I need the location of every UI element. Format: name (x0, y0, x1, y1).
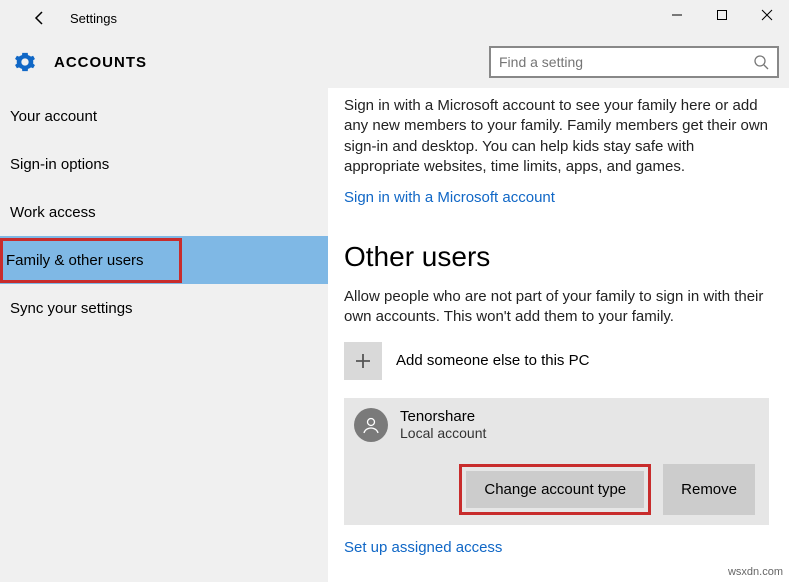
sidebar: Your account Sign-in options Work access… (0, 88, 328, 582)
highlight-annotation: Change account type (459, 464, 651, 515)
close-button[interactable] (744, 0, 789, 30)
other-users-heading: Other users (344, 241, 769, 273)
titlebar: Settings (0, 0, 789, 36)
watermark: wsxdn.com (728, 566, 783, 578)
sidebar-item-your-account[interactable]: Your account (0, 92, 328, 140)
sidebar-item-family-other-users[interactable]: Family & other users (0, 236, 328, 284)
sidebar-item-label: Your account (10, 108, 97, 125)
change-account-type-button[interactable]: Change account type (466, 471, 644, 508)
maximize-button[interactable] (699, 0, 744, 30)
search-icon (753, 54, 769, 70)
user-entry[interactable]: Tenorshare Local account Change account … (344, 398, 769, 525)
signin-link[interactable]: Sign in with a Microsoft account (344, 189, 555, 206)
window-title: Settings (70, 11, 117, 26)
sidebar-item-signin-options[interactable]: Sign-in options (0, 140, 328, 188)
user-name: Tenorshare (400, 408, 486, 425)
search-box[interactable] (489, 46, 779, 78)
user-type: Local account (400, 425, 486, 441)
other-users-text: Allow people who are not part of your fa… (344, 287, 769, 328)
back-button[interactable] (28, 6, 52, 30)
section-title: ACCOUNTS (54, 54, 147, 71)
highlight-annotation: Family & other users (0, 238, 182, 283)
sidebar-item-label: Work access (10, 204, 96, 221)
user-actions: Change account type Remove (354, 464, 759, 515)
add-label: Add someone else to this PC (396, 352, 589, 369)
sidebar-item-sync-settings[interactable]: Sync your settings (0, 284, 328, 332)
sidebar-item-label: Sign-in options (10, 156, 109, 173)
gear-icon (14, 51, 36, 73)
window-controls (654, 0, 789, 30)
sidebar-item-work-access[interactable]: Work access (0, 188, 328, 236)
intro-text: Sign in with a Microsoft account to see … (344, 96, 769, 177)
avatar-icon (354, 408, 388, 442)
add-someone-button[interactable]: Add someone else to this PC (344, 342, 769, 380)
header: ACCOUNTS (0, 36, 789, 88)
sidebar-item-label: Sync your settings (10, 300, 133, 317)
content-pane: Sign in with a Microsoft account to see … (328, 88, 789, 582)
remove-button[interactable]: Remove (663, 464, 755, 515)
minimize-button[interactable] (654, 0, 699, 30)
search-input[interactable] (499, 54, 753, 70)
plus-icon (344, 342, 382, 380)
sidebar-item-label: Family & other users (6, 252, 144, 269)
assigned-access-link[interactable]: Set up assigned access (344, 539, 502, 556)
